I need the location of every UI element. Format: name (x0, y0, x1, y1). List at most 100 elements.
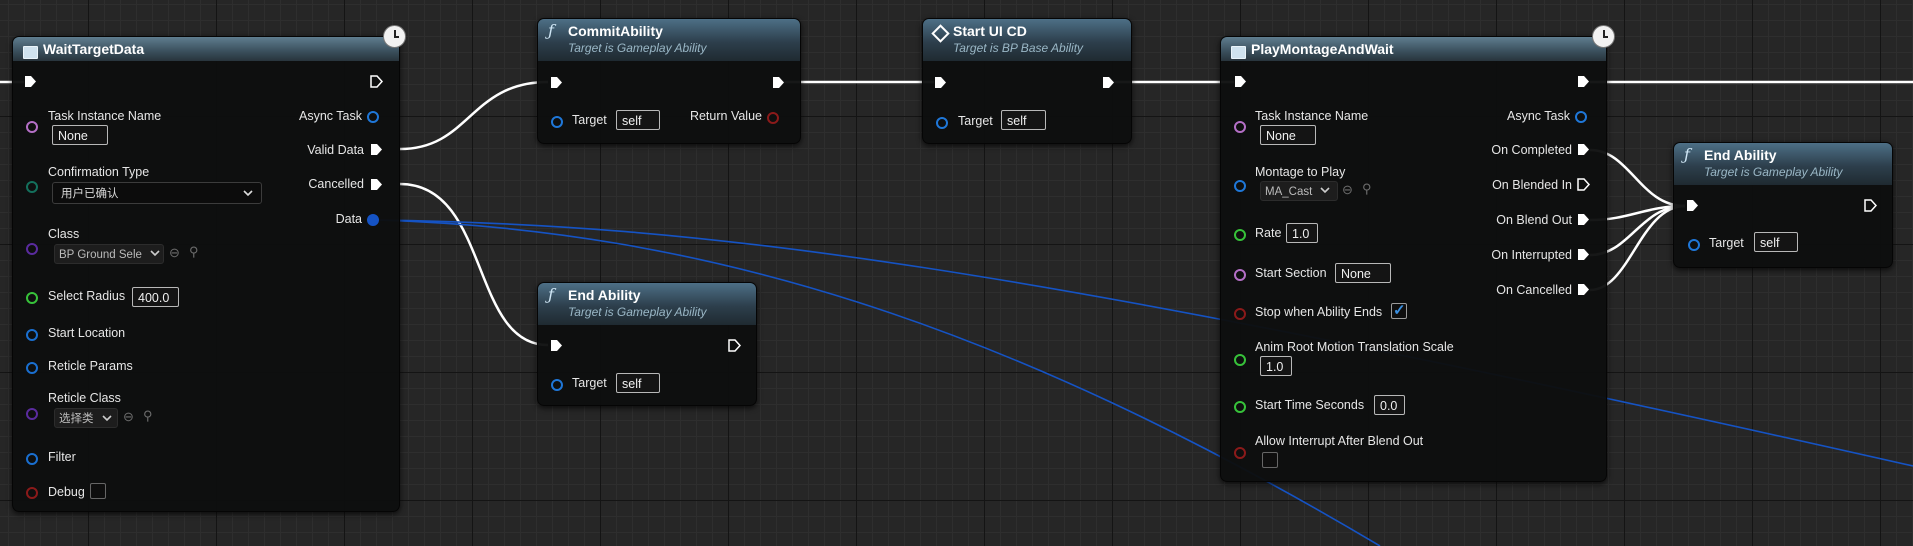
return-value-label: Return Value (689, 109, 762, 123)
confirmation-type-dropdown[interactable]: 用户已确认 (52, 182, 262, 204)
on-interrupted-exec-pin[interactable] (1577, 248, 1590, 261)
node-subtitle: Target is Gameplay Ability (568, 305, 707, 319)
browse-arrow-icon[interactable]: ⊖ (169, 245, 180, 261)
rate-field[interactable]: 1.0 (1286, 223, 1318, 243)
start-location-label: Start Location (48, 326, 126, 340)
exec-out-pin[interactable] (772, 76, 785, 89)
target-pin[interactable] (551, 116, 563, 128)
exec-in-pin[interactable] (934, 76, 947, 89)
exec-out-pin[interactable] (370, 75, 383, 88)
on-cancelled-exec-pin[interactable] (1577, 283, 1590, 296)
allow-interrupt-pin[interactable] (1234, 447, 1246, 459)
start-time-seconds-pin[interactable] (1234, 401, 1246, 413)
class-pin[interactable] (26, 243, 38, 255)
reticle-class-pin[interactable] (26, 408, 38, 420)
task-instance-name-field[interactable]: None (1260, 125, 1316, 145)
filter-pin[interactable] (26, 453, 38, 465)
node-title: End Ability (568, 287, 641, 303)
on-completed-exec-pin[interactable] (1577, 143, 1590, 156)
confirmation-type-pin[interactable] (26, 181, 38, 193)
task-instance-name-field[interactable]: None (52, 125, 108, 145)
start-section-label: Start Section (1255, 266, 1327, 280)
async-task-pin[interactable] (1575, 111, 1587, 123)
browse-arrow-icon[interactable]: ⊖ (1342, 182, 1353, 198)
on-completed-label: On Completed (1491, 143, 1572, 157)
reticle-class-label: Reticle Class (48, 391, 121, 405)
node-title: WaitTargetData (43, 41, 145, 57)
allow-interrupt-label: Allow Interrupt After Blend Out (1255, 434, 1424, 448)
search-icon[interactable]: ⚲ (189, 244, 199, 260)
exec-in-pin[interactable] (1234, 75, 1247, 88)
start-time-seconds-field[interactable]: 0.0 (1374, 395, 1405, 415)
exec-in-pin[interactable] (550, 76, 563, 89)
target-pin[interactable] (936, 117, 948, 129)
start-time-seconds-label: Start Time Seconds (1255, 398, 1365, 412)
target-field[interactable]: self (616, 373, 660, 393)
async-task-pin[interactable] (367, 111, 379, 123)
montage-to-play-pin[interactable] (1234, 180, 1246, 192)
node-header: PlayMontageAndWait (1221, 37, 1606, 61)
select-radius-pin[interactable] (26, 292, 38, 304)
on-blend-out-exec-pin[interactable] (1577, 213, 1590, 226)
search-icon[interactable]: ⚲ (1362, 181, 1372, 197)
target-label: Target (1709, 236, 1744, 250)
exec-in-pin[interactable] (1686, 199, 1699, 212)
target-field[interactable]: self (1754, 232, 1798, 252)
function-f-icon: ƒ (548, 21, 554, 40)
confirmation-type-label: Confirmation Type (48, 165, 150, 179)
clock-icon (1592, 25, 1615, 48)
start-section-field[interactable]: None (1335, 263, 1391, 283)
start-location-pin[interactable] (26, 329, 38, 341)
target-label: Target (958, 114, 993, 128)
search-icon[interactable]: ⚲ (143, 408, 153, 424)
target-label: Target (572, 113, 607, 127)
allow-interrupt-checkbox[interactable] (1262, 452, 1278, 468)
task-instance-name-label: Task Instance Name (48, 109, 162, 123)
reticle-params-pin[interactable] (26, 362, 38, 374)
anim-root-motion-pin[interactable] (1234, 354, 1246, 366)
valid-data-label: Valid Data (307, 143, 364, 157)
task-instance-name-pin[interactable] (26, 121, 38, 133)
on-blended-in-exec-pin[interactable] (1577, 178, 1590, 191)
stop-when-ability-ends-checkbox[interactable]: ✓ (1391, 302, 1407, 319)
exec-in-pin[interactable] (550, 339, 563, 352)
exec-out-pin[interactable] (728, 339, 741, 352)
valid-data-exec-pin[interactable] (370, 143, 383, 156)
stop-when-ability-ends-pin[interactable] (1234, 308, 1246, 320)
exec-in-pin[interactable] (24, 75, 37, 88)
rate-pin[interactable] (1234, 229, 1246, 241)
debug-label: Debug (48, 485, 85, 499)
cancelled-label: Cancelled (308, 177, 364, 191)
target-pin[interactable] (1688, 239, 1700, 251)
on-interrupted-label: On Interrupted (1491, 248, 1572, 262)
return-value-pin[interactable] (767, 112, 779, 124)
task-instance-name-label: Task Instance Name (1255, 109, 1369, 123)
anim-root-motion-field[interactable]: 1.0 (1260, 356, 1292, 376)
browse-arrow-icon[interactable]: ⊖ (123, 409, 134, 425)
node-wait-target-data[interactable]: WaitTargetData (12, 36, 400, 512)
chevron-down-icon (102, 415, 112, 422)
target-pin[interactable] (551, 379, 563, 391)
target-label: Target (572, 376, 607, 390)
target-field[interactable]: self (1001, 110, 1046, 130)
cancelled-exec-pin[interactable] (370, 178, 383, 191)
exec-out-pin[interactable] (1864, 199, 1877, 212)
function-f-icon: ƒ (548, 285, 554, 304)
montage-to-play-value: MA_Cast (1265, 186, 1313, 198)
filter-label: Filter (48, 450, 76, 464)
function-f-icon: ƒ (1684, 145, 1690, 164)
class-dropdown[interactable]: BP Ground Sele (54, 244, 164, 264)
confirmation-type-value: 用户已确认 (61, 188, 119, 200)
target-field[interactable]: self (616, 110, 660, 130)
debug-checkbox[interactable] (90, 483, 106, 499)
task-instance-name-pin[interactable] (1234, 121, 1246, 133)
node-header: WaitTargetData (13, 37, 399, 61)
start-section-pin[interactable] (1234, 269, 1246, 281)
debug-pin[interactable] (26, 487, 38, 499)
data-pin[interactable] (367, 214, 379, 226)
exec-out-pin[interactable] (1102, 76, 1115, 89)
select-radius-field[interactable]: 400.0 (132, 287, 179, 307)
exec-out-pin[interactable] (1577, 75, 1590, 88)
node-title: PlayMontageAndWait (1251, 41, 1394, 57)
clock-icon (383, 25, 406, 48)
